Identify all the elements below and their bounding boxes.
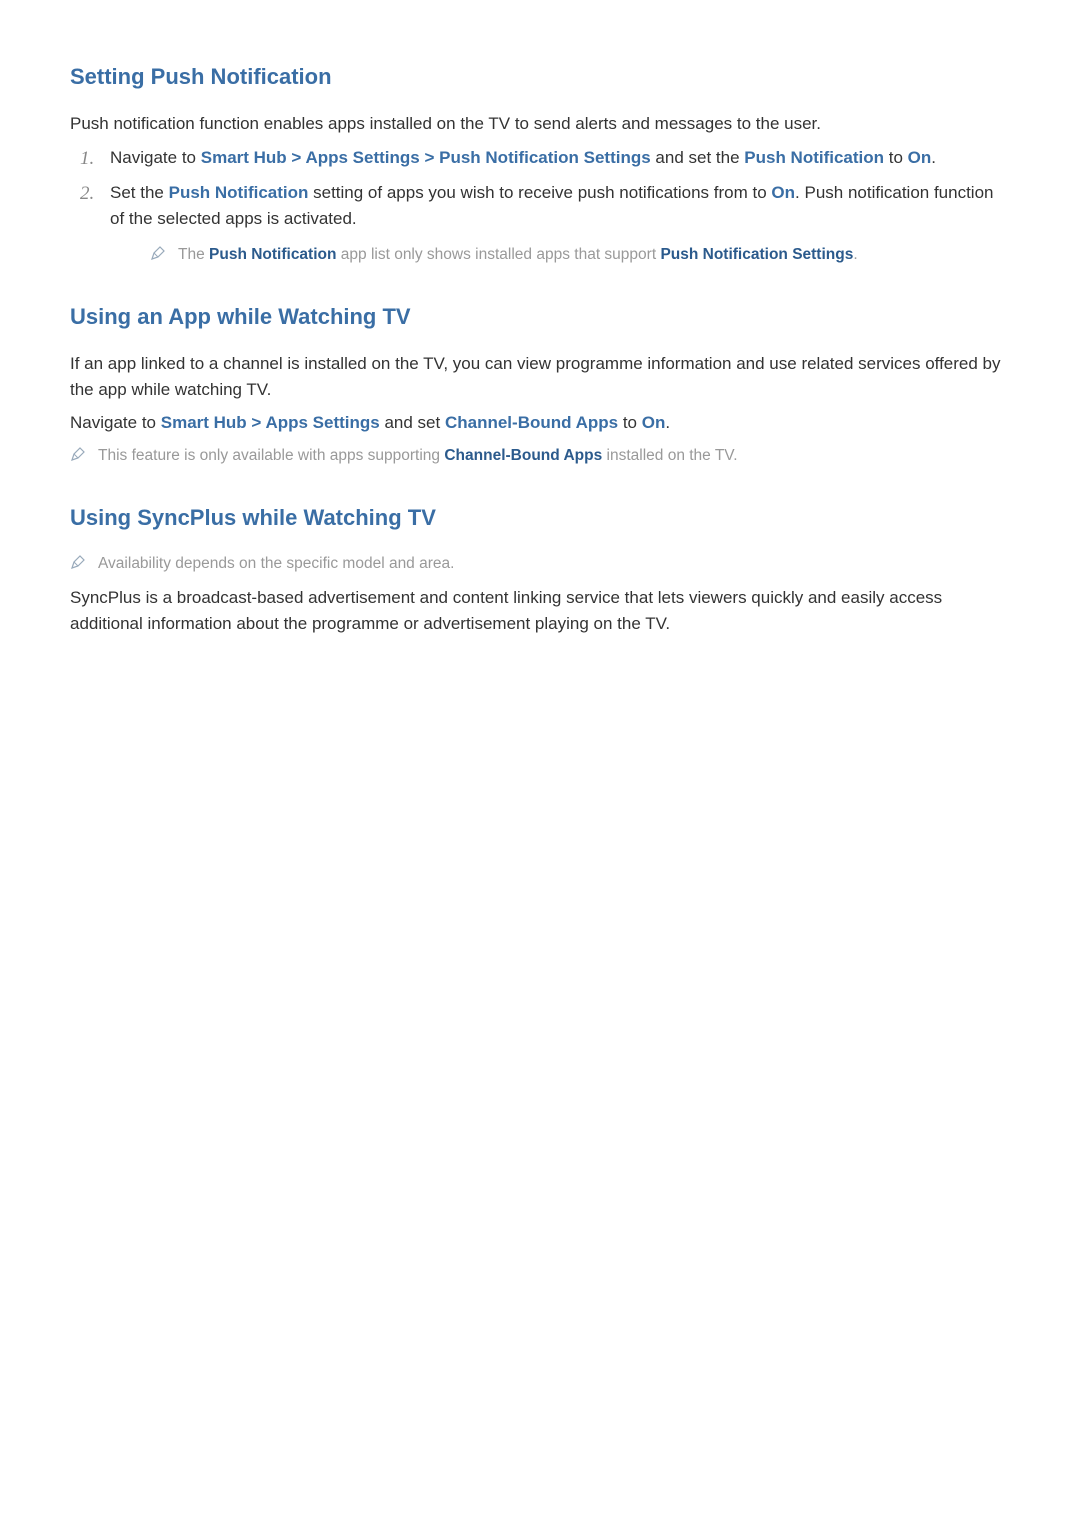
heading-push-notification: Setting Push Notification (70, 60, 1010, 93)
note-3: Availability depends on the specific mod… (70, 552, 1010, 575)
section-app-watching-tv: Using an App while Watching TV If an app… (70, 300, 1010, 467)
pen-icon (70, 446, 86, 462)
value-on: On (771, 183, 795, 202)
section-syncplus: Using SyncPlus while Watching TV Availab… (70, 501, 1010, 636)
navigate-line: Navigate to Smart Hub > Apps Settings an… (70, 410, 1010, 436)
note-1-text: The Push Notification app list only show… (178, 243, 858, 266)
step-2-text: Set the Push Notification setting of app… (110, 183, 994, 228)
heading-syncplus: Using SyncPlus while Watching TV (70, 501, 1010, 534)
intro-text-2: If an app linked to a channel is install… (70, 351, 1010, 402)
link-channel-bound-apps: Channel-Bound Apps (444, 447, 602, 464)
link-push-notification-settings: Push Notification Settings (660, 246, 853, 263)
link-apps-settings: Apps Settings (305, 148, 419, 167)
link-channel-bound-apps: Channel-Bound Apps (445, 413, 618, 432)
link-push-notification: Push Notification (744, 148, 884, 167)
syncplus-body: SyncPlus is a broadcast-based advertisem… (70, 585, 1010, 636)
link-smart-hub: Smart Hub (201, 148, 287, 167)
intro-text: Push notification function enables apps … (70, 111, 1010, 137)
heading-app-watching-tv: Using an App while Watching TV (70, 300, 1010, 333)
note-2: This feature is only available with apps… (70, 444, 1010, 467)
note-3-text: Availability depends on the specific mod… (98, 552, 454, 575)
link-apps-settings: Apps Settings (265, 413, 379, 432)
link-smart-hub: Smart Hub (161, 413, 247, 432)
link-push-notification-settings: Push Notification Settings (439, 148, 651, 167)
value-on: On (908, 148, 932, 167)
section-push-notification: Setting Push Notification Push notificat… (70, 60, 1010, 266)
step-1-text: Navigate to Smart Hub > Apps Settings > … (110, 148, 936, 167)
step-2: Set the Push Notification setting of app… (80, 180, 1010, 266)
pen-icon (70, 554, 86, 570)
note-2-text: This feature is only available with apps… (98, 444, 738, 467)
note-1: The Push Notification app list only show… (150, 243, 1010, 266)
pen-icon (150, 245, 166, 261)
link-push-notification: Push Notification (169, 183, 309, 202)
steps-list: Navigate to Smart Hub > Apps Settings > … (80, 145, 1010, 267)
value-on: On (642, 413, 666, 432)
step-1: Navigate to Smart Hub > Apps Settings > … (80, 145, 1010, 171)
link-push-notification: Push Notification (209, 246, 336, 263)
